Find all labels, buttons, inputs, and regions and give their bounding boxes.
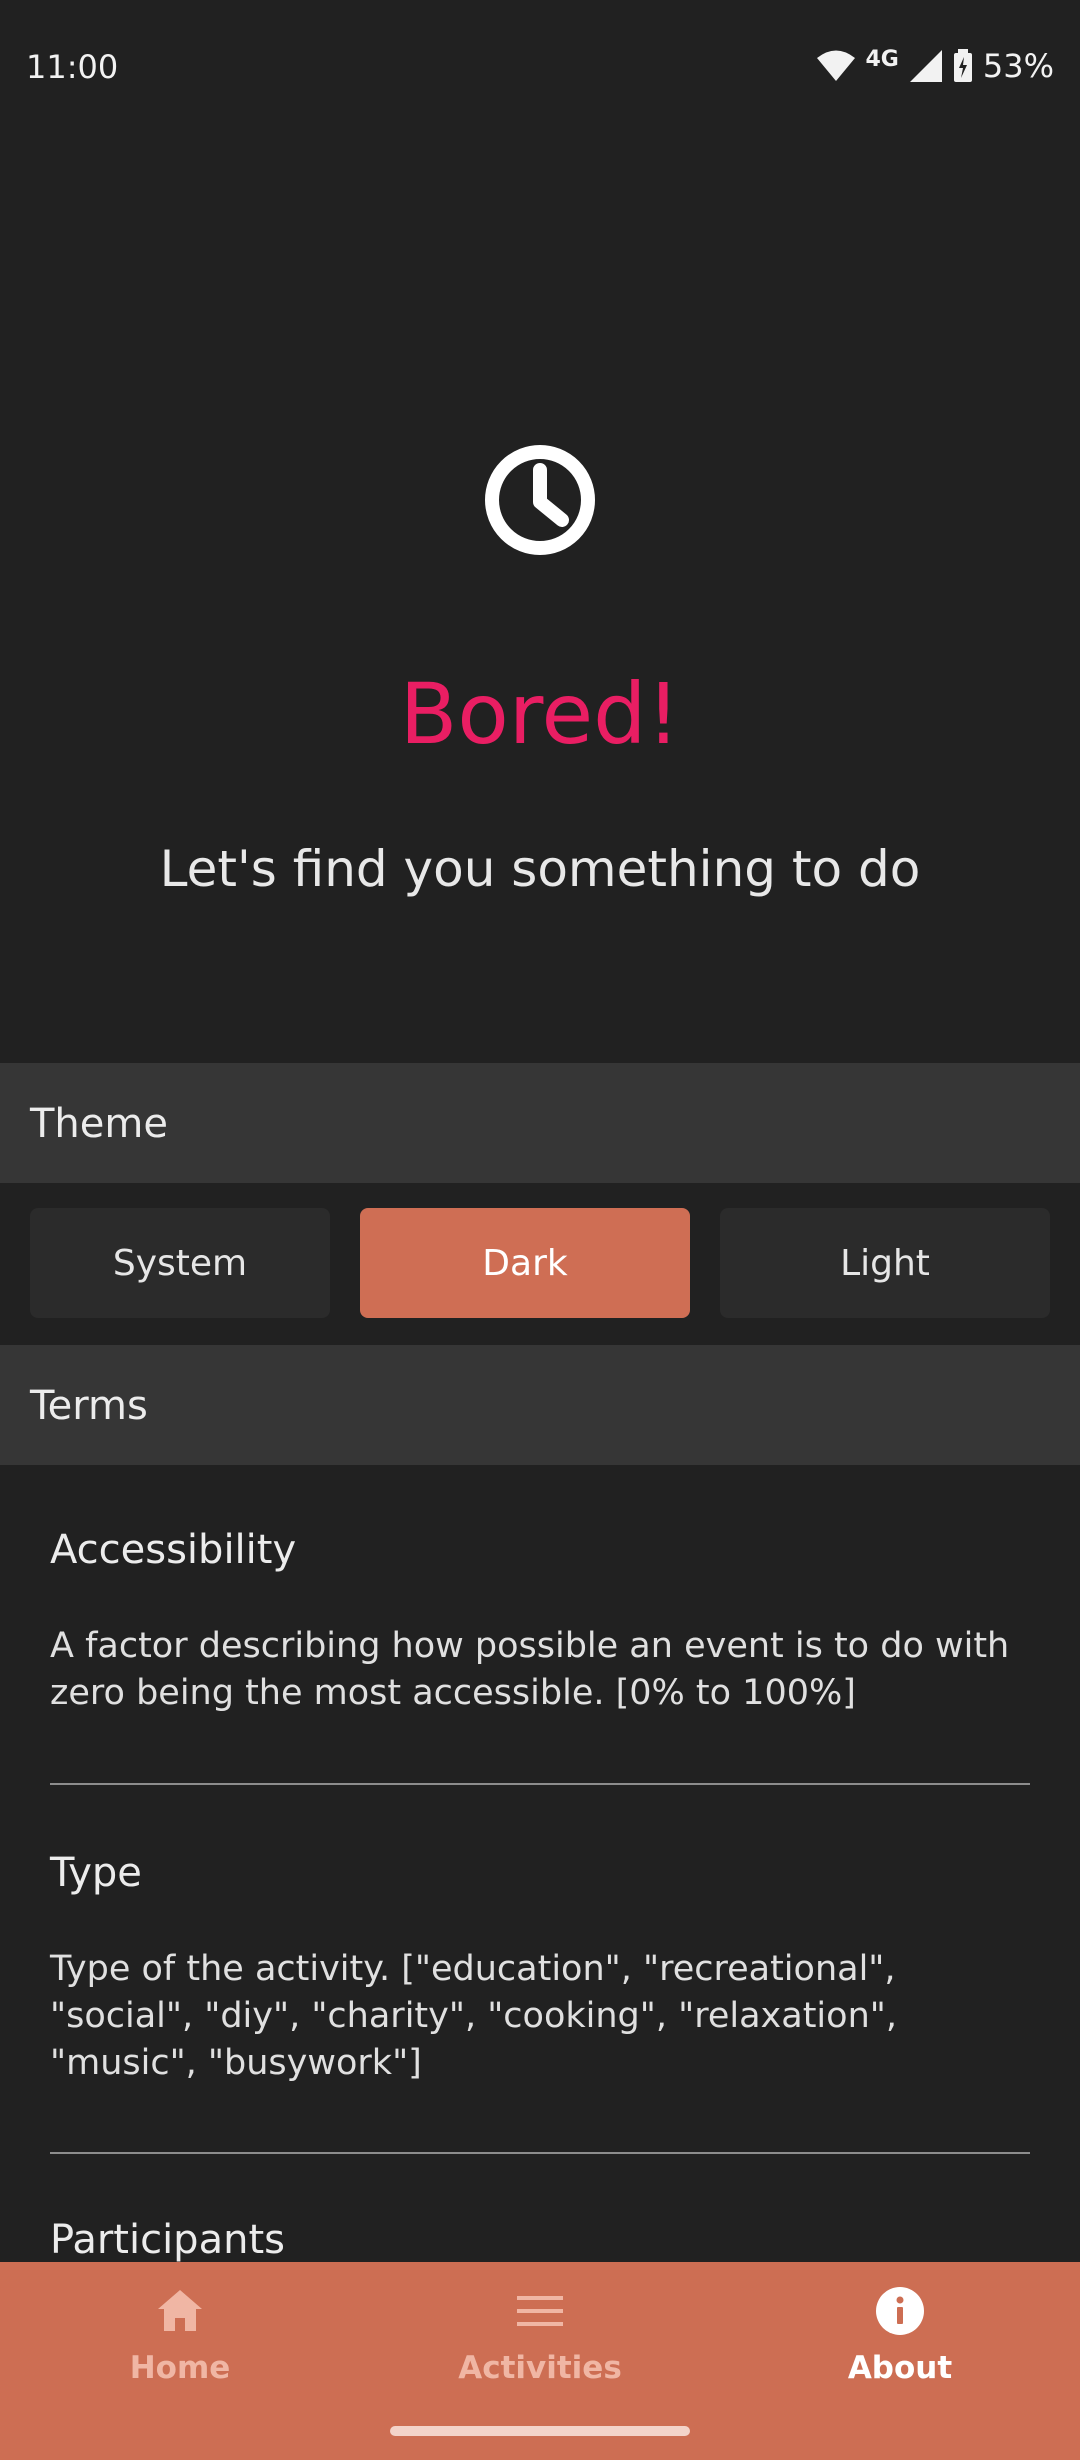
term-title: Participants xyxy=(50,2217,285,2263)
wifi-icon xyxy=(816,50,855,81)
term-accessibility: Accessibility A factor describing how po… xyxy=(50,1527,1030,1717)
term-type: Type Type of the activity. ["education",… xyxy=(50,1850,1030,2087)
nav-about[interactable]: About xyxy=(760,2262,1040,2412)
theme-dark-button[interactable]: Dark xyxy=(360,1208,690,1318)
menu-icon xyxy=(517,2296,563,2326)
theme-section-header: Theme xyxy=(0,1063,1080,1183)
network-type: 4G xyxy=(865,46,899,72)
app-subtitle: Let's find you something to do xyxy=(159,840,921,898)
app-title: Bored! xyxy=(399,665,681,763)
theme-header-label: Theme xyxy=(30,1101,168,1147)
nav-about-label: About xyxy=(847,2350,953,2386)
battery-icon xyxy=(953,49,972,82)
term-title: Accessibility xyxy=(50,1527,297,1573)
cell-signal-icon xyxy=(909,50,942,82)
terms-section-header: Terms xyxy=(0,1345,1080,1465)
battery-percent: 53% xyxy=(982,47,1054,85)
gesture-handle[interactable] xyxy=(390,2426,690,2436)
nav-home[interactable]: Home xyxy=(40,2262,320,2412)
theme-system-button[interactable]: System xyxy=(30,1208,330,1318)
nav-activities-label: Activities xyxy=(458,2350,622,2386)
status-bar: 11:00 4G 53% xyxy=(0,0,1080,140)
divider xyxy=(50,1783,1030,1785)
home-icon xyxy=(158,2290,202,2331)
clock-icon xyxy=(485,445,595,555)
theme-light-button[interactable]: Light xyxy=(720,1208,1050,1318)
term-description: Type of the activity. ["education", "rec… xyxy=(50,1949,897,2083)
nav-activities[interactable]: Activities xyxy=(400,2262,680,2412)
nav-home-label: Home xyxy=(129,2350,231,2386)
info-icon xyxy=(876,2287,924,2335)
status-icons: 4G 53% xyxy=(816,44,1054,88)
term-description: A factor describing how possible an even… xyxy=(50,1626,1010,1713)
terms-header-label: Terms xyxy=(30,1383,148,1429)
status-time: 11:00 xyxy=(26,48,119,86)
term-title: Type xyxy=(50,1850,142,1896)
term-participants: Participants xyxy=(50,2217,1030,2263)
divider xyxy=(50,2152,1030,2154)
